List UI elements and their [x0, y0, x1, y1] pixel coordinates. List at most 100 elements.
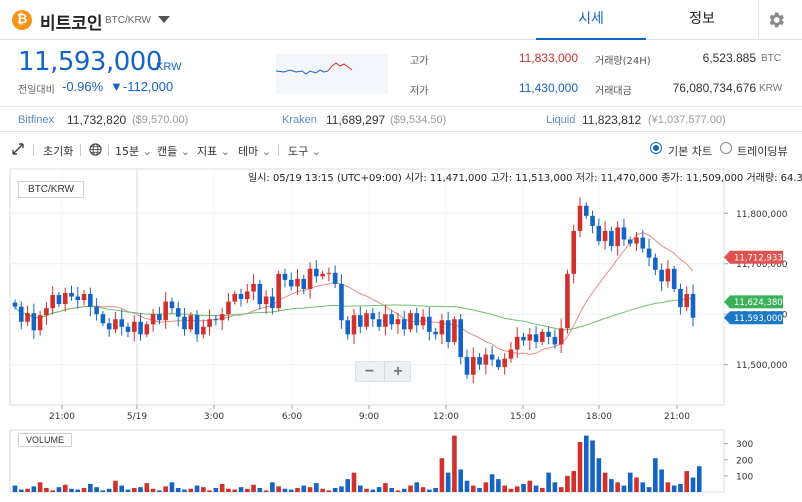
tools-label: 도구: [288, 145, 309, 158]
volume-tick-label: 100: [736, 472, 753, 482]
candle-up: [470, 357, 476, 375]
volume-bar: [627, 472, 633, 492]
volume-tick-label: 300: [736, 440, 753, 450]
candle-up: [219, 314, 225, 321]
basic-chart-radio[interactable]: [650, 142, 662, 154]
tradingview-radio[interactable]: [720, 142, 732, 154]
candle-down: [339, 283, 344, 321]
volume-bar: [477, 487, 482, 492]
candlestick-chart[interactable]: 21:00 5/19 3:00 6:00 9:00 12:00 15:00 18:00 21:0…: [0, 167, 802, 502]
tools-dropdown[interactable]: 도구 ⌄: [288, 143, 321, 159]
prev-day-label: 전일대비: [18, 85, 55, 96]
tab-quote[interactable]: 시세: [536, 0, 646, 40]
price-tag-label: 11,593,000: [734, 314, 783, 324]
zoom-out-button[interactable]: −: [356, 362, 383, 381]
reset-button[interactable]: 초기화: [43, 143, 73, 159]
globe-icon[interactable]: [89, 143, 102, 156]
volume-bar: [131, 487, 137, 492]
candle-dropdown[interactable]: 캔들 ⌄: [157, 143, 190, 159]
candle-down: [12, 302, 18, 307]
volume-bar: [188, 488, 194, 492]
chart-grid: [9, 168, 725, 493]
candle-down: [590, 215, 595, 226]
candle-up: [483, 354, 489, 365]
candle-down: [552, 336, 558, 345]
volume-bar: [301, 485, 307, 492]
candle-up: [62, 292, 68, 305]
volume-bar: [288, 489, 294, 492]
amount-unit: KRW: [759, 83, 783, 94]
candle-down: [194, 315, 200, 335]
candle-up: [144, 324, 150, 335]
candle-down: [314, 268, 319, 277]
coin-pair[interactable]: BTC/KRW: [105, 15, 151, 26]
exchange-strip: Bitfinex 11,732,820 ($9,570.00) Kraken 1…: [0, 108, 802, 132]
candle-down: [477, 357, 482, 365]
tradingview-label[interactable]: 트레이딩뷰: [737, 143, 788, 159]
candle-up: [201, 326, 206, 335]
candle-down: [31, 313, 37, 331]
volume-bar: [464, 480, 470, 492]
exchange-price: 11,689,297: [326, 113, 386, 127]
chart-area[interactable]: 21:00 5/19 3:00 6:00 9:00 12:00 15:00 18:00 21:0…: [0, 167, 802, 502]
volume-bar: [295, 487, 300, 492]
price-panel: 11,593,000 KRW 전일대비 -0.96% ▼-112,000 고가 …: [0, 41, 802, 107]
candle-up: [565, 273, 570, 329]
volume-bar: [483, 482, 489, 492]
zoom-in-button[interactable]: +: [384, 362, 411, 381]
candle-up: [439, 320, 445, 335]
header-bar: ₿ 비트코인 BTC/KRW 시세 정보: [0, 0, 802, 40]
candle-up: [81, 294, 87, 301]
candle-down: [678, 288, 683, 308]
volume-bar: [56, 487, 62, 492]
volume-bar: [427, 489, 432, 492]
candle-down: [69, 292, 74, 297]
volume-bar: [351, 472, 357, 492]
candle-up: [25, 313, 30, 322]
tab-info[interactable]: 정보: [646, 0, 758, 40]
volume-bar: [314, 483, 319, 492]
candle-up: [684, 294, 690, 308]
candle-down: [533, 334, 539, 342]
candle-down: [427, 316, 432, 332]
candle-down: [18, 306, 24, 322]
exchange-name: Kraken: [282, 114, 317, 126]
exchange-converted: (¥1,037,577.00): [648, 114, 726, 126]
candle-down: [175, 308, 181, 317]
volume-bar: [232, 489, 238, 492]
candle-up: [527, 334, 533, 341]
candle-down: [213, 319, 219, 321]
candle-down: [389, 314, 394, 325]
x-tick-label: 5/19: [127, 412, 147, 422]
candle-down: [169, 301, 175, 309]
zoom-controls: − +: [355, 361, 411, 382]
indicator-dropdown[interactable]: 지표 ⌄: [197, 143, 230, 159]
volume-bar: [25, 488, 30, 492]
volume-bar: [615, 482, 620, 492]
volume-bar: [439, 458, 445, 492]
volume-bar: [282, 488, 288, 492]
volume-bar: [514, 486, 520, 492]
indicator-label: 지표: [197, 145, 218, 158]
candle-up: [131, 321, 137, 332]
volume-bar: [125, 489, 131, 492]
volume-bar: [106, 488, 112, 492]
gear-icon[interactable]: [766, 10, 786, 30]
expand-icon[interactable]: [12, 143, 24, 155]
toolbar-divider: [33, 144, 34, 156]
chevron-down-icon[interactable]: [158, 16, 170, 23]
candle-up: [508, 349, 514, 359]
basic-chart-label[interactable]: 기본 차트: [668, 143, 712, 159]
volume-bar: [94, 487, 99, 492]
chevron-down-icon: ⌄: [261, 145, 271, 158]
volume-bar: [433, 487, 438, 492]
coin-name[interactable]: 비트코인: [40, 9, 103, 34]
volume-bar: [119, 485, 125, 492]
interval-dropdown[interactable]: 15분 ⌄: [115, 143, 152, 159]
volume-bar: [671, 485, 677, 492]
theme-dropdown[interactable]: 테마 ⌄: [238, 143, 271, 159]
y-tick-label: 11,800,000: [736, 210, 788, 220]
candle-down: [370, 313, 376, 320]
x-tick-label: 21:00: [49, 412, 75, 422]
chevron-down-icon: ⌄: [220, 145, 230, 158]
